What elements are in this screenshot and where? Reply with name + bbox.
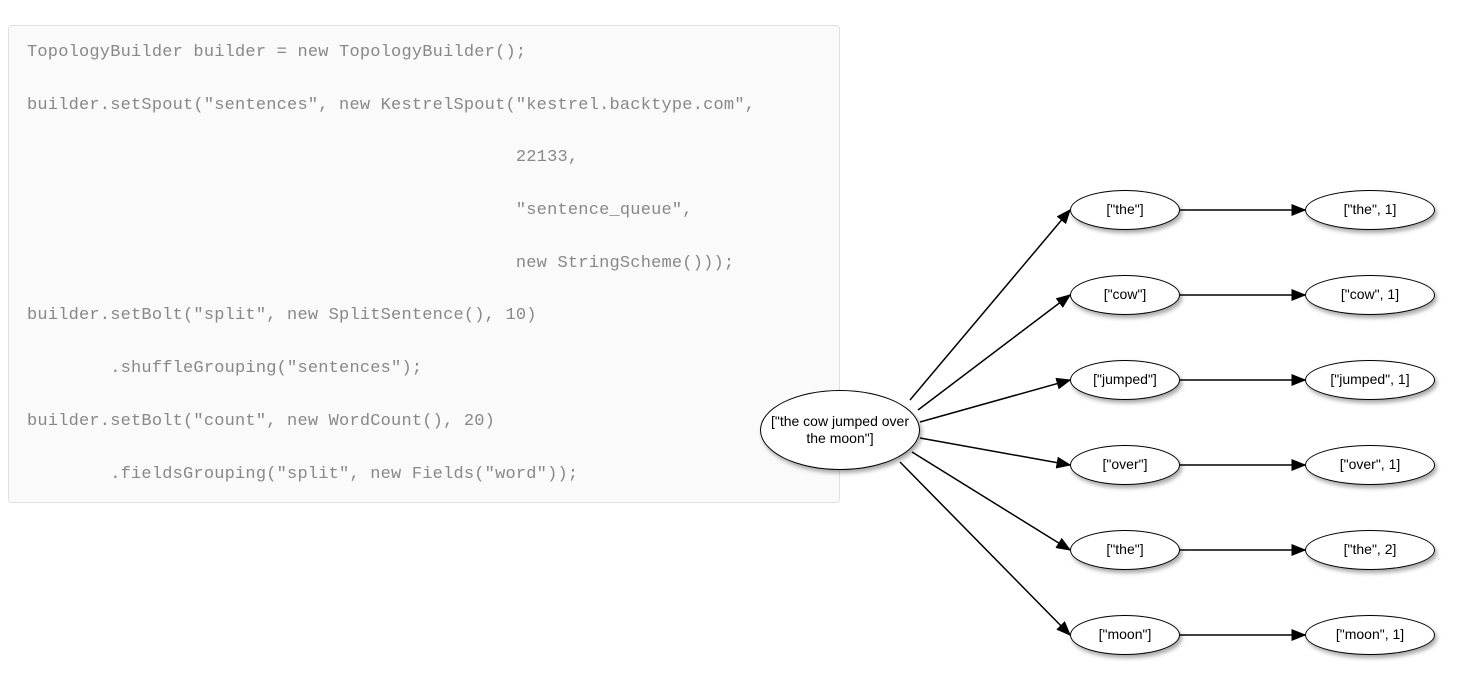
code-line: .fieldsGrouping("split", new Fields("wor…	[27, 465, 578, 484]
code-line: builder.setBolt("count", new WordCount()…	[27, 412, 495, 431]
code-line: 22133,	[27, 148, 578, 167]
node-label: ["jumped"]	[1093, 371, 1157, 389]
node-word-jumped: ["jumped"]	[1070, 360, 1180, 400]
node-label: ["moon"]	[1099, 626, 1152, 644]
node-label: ["the"]	[1106, 201, 1143, 219]
node-word-over: ["over"]	[1070, 445, 1180, 485]
node-word-moon: ["moon"]	[1070, 615, 1180, 655]
code-line: builder.setSpout("sentences", new Kestre…	[27, 96, 755, 115]
node-count-cow: ["cow", 1]	[1305, 275, 1435, 315]
node-label: ["jumped", 1]	[1330, 371, 1409, 389]
node-label: ["the", 1]	[1344, 201, 1397, 219]
code-line: builder.setBolt("split", new SplitSenten…	[27, 306, 537, 325]
node-label: ["over", 1]	[1340, 456, 1401, 474]
node-count-the-2: ["the", 2]	[1305, 530, 1435, 570]
node-label: ["the cow jumped over the moon"]	[767, 413, 913, 448]
node-label: ["the"]	[1106, 541, 1143, 559]
node-label: ["the", 2]	[1344, 541, 1397, 559]
code-line: new StringScheme()));	[27, 254, 734, 273]
node-label: ["moon", 1]	[1336, 626, 1404, 644]
node-label: ["cow", 1]	[1341, 286, 1399, 304]
node-root-sentence: ["the cow jumped over the moon"]	[760, 390, 920, 470]
node-count-moon: ["moon", 1]	[1305, 615, 1435, 655]
code-block: TopologyBuilder builder = new TopologyBu…	[8, 25, 840, 503]
code-line: "sentence_queue",	[27, 201, 693, 220]
node-label: ["cow"]	[1104, 286, 1147, 304]
node-word-the-1: ["the"]	[1070, 190, 1180, 230]
topology-diagram: ["the cow jumped over the moon"] ["the"]…	[760, 170, 1479, 680]
node-word-the-2: ["the"]	[1070, 530, 1180, 570]
node-count-jumped: ["jumped", 1]	[1305, 360, 1435, 400]
node-word-cow: ["cow"]	[1070, 275, 1180, 315]
node-count-the-1: ["the", 1]	[1305, 190, 1435, 230]
node-count-over: ["over", 1]	[1305, 445, 1435, 485]
code-line: TopologyBuilder builder = new TopologyBu…	[27, 43, 526, 62]
node-label: ["over"]	[1103, 456, 1148, 474]
code-line: .shuffleGrouping("sentences");	[27, 359, 422, 378]
